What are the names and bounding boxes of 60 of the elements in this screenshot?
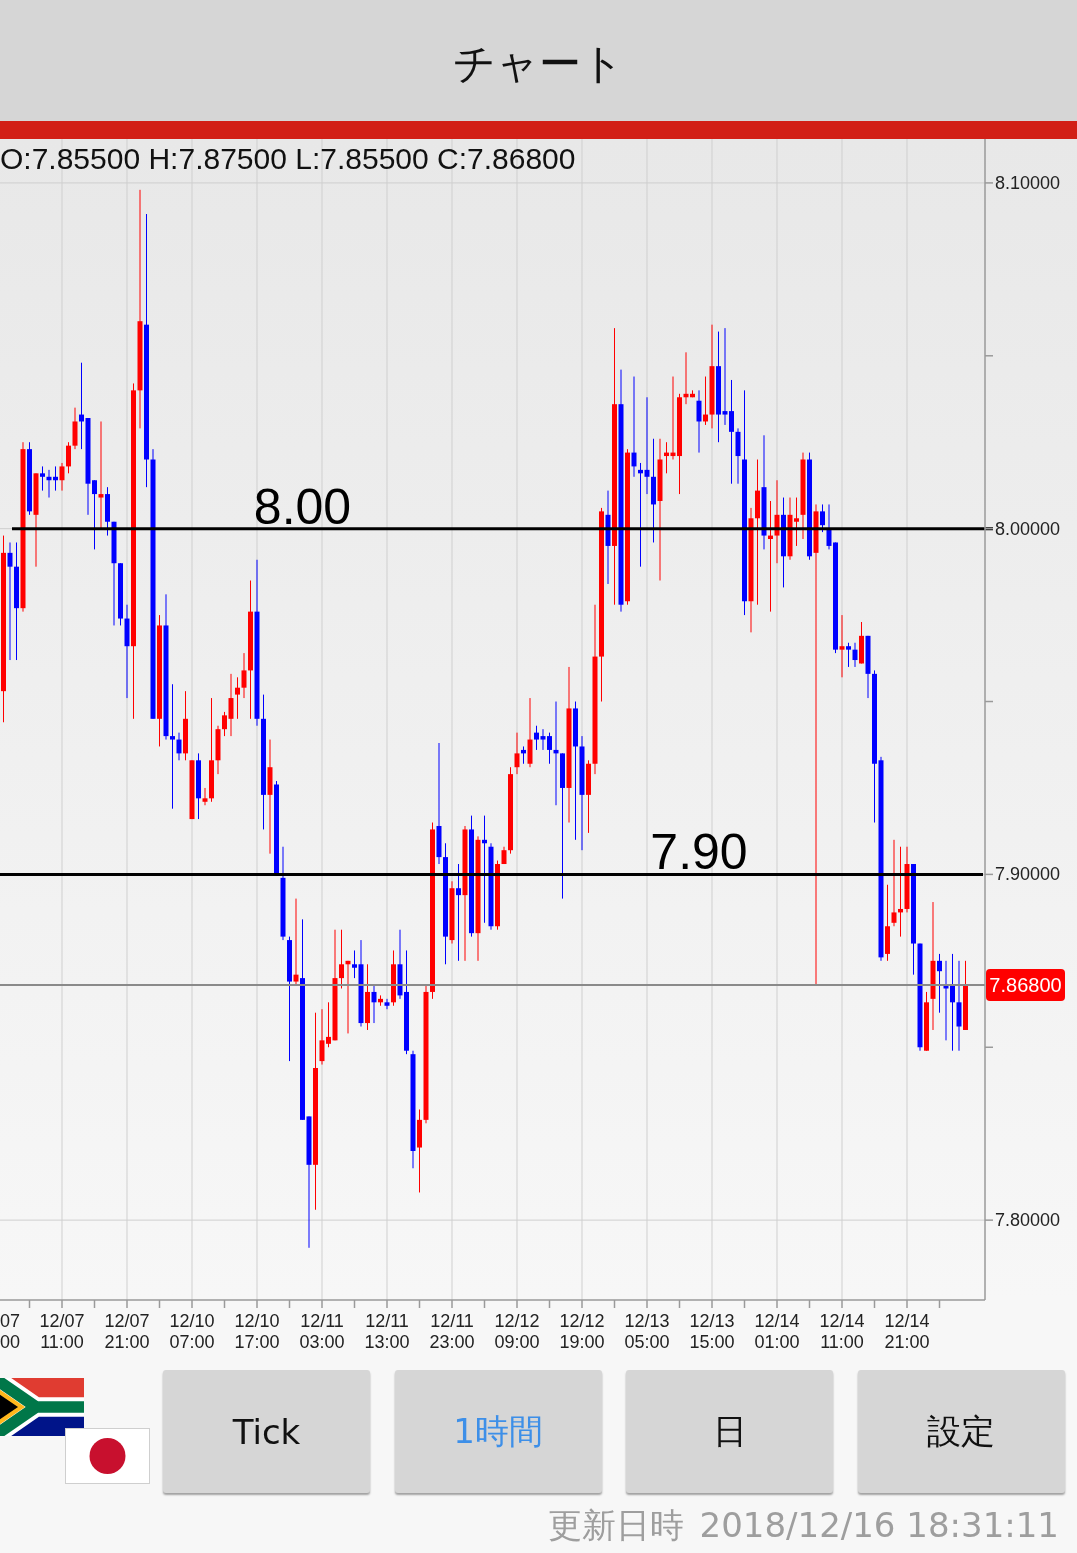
settings-button[interactable]: 設定 [857, 1370, 1065, 1493]
japan-flag-icon[interactable] [65, 1428, 150, 1484]
x-axis-label: 12/14 21:00 [884, 1311, 930, 1353]
candlestick [98, 420, 104, 530]
candlestick [7, 541, 13, 661]
price-level-label: 8.00 [253, 481, 352, 532]
candlestick [371, 984, 377, 1024]
x-axis-label: 12/11 03:00 [299, 1311, 345, 1353]
current-price-tag: 7.86800 [986, 969, 1065, 1001]
candlestick [352, 949, 357, 979]
candlestick [514, 732, 520, 775]
x-axis-label: 12/12 09:00 [494, 1311, 540, 1353]
x-axis-label: 12/13 05:00 [624, 1311, 670, 1353]
candlestick [852, 642, 858, 668]
candlestick [384, 998, 390, 1010]
x-axis-label: 12/07 21:00 [104, 1311, 150, 1353]
candlestick [202, 787, 208, 806]
candlestick [644, 396, 650, 495]
candlestick [846, 642, 851, 668]
y-axis-label: 7.90000 [995, 863, 1061, 886]
x-axis-label: 12/10 07:00 [169, 1311, 215, 1353]
y-axis-label: 8.10000 [995, 171, 1061, 194]
candlestick [339, 929, 344, 989]
candlestick [241, 652, 247, 699]
candlestick [59, 462, 65, 492]
candlestick [891, 839, 897, 927]
x-axis-label: 12/14 11:00 [819, 1311, 865, 1353]
candlestick [222, 711, 227, 737]
candlestick [631, 376, 637, 478]
candlestick [839, 614, 845, 678]
candlestick [40, 465, 45, 492]
ohlc-readout: O:7.85500 H:7.87500 L:7.85500 C:7.86800 [0, 142, 576, 176]
y-axis-label: 7.80000 [995, 1209, 1061, 1232]
timeframe-tab[interactable]: Tick [163, 1370, 370, 1493]
candlestick [66, 441, 71, 474]
candlestick [534, 725, 539, 751]
x-axis-label: 12/13 15:00 [689, 1311, 735, 1353]
candlestick [170, 683, 175, 810]
candlestick [228, 673, 234, 737]
y-axis-label: 8.00000 [995, 517, 1061, 540]
x-axis-label: 12/11 13:00 [364, 1311, 410, 1353]
candlestick [176, 732, 182, 761]
x-axis-label: 12/10 17:00 [234, 1311, 280, 1353]
candlestick [235, 676, 240, 720]
updated-timestamp: 2018/12/16 18:31:11 [699, 1505, 1059, 1545]
updated-label: 更新日時 [547, 1505, 684, 1545]
x-axis-label: 12/07 11:00 [39, 1311, 85, 1353]
x-axis-label: 12/14 01:00 [754, 1311, 800, 1353]
x-axis-label: 07 00 [0, 1311, 21, 1353]
candlestick [820, 503, 825, 533]
candlestick [456, 863, 461, 962]
timeframe-tab[interactable]: 日 [626, 1370, 833, 1493]
x-axis-label: 12/12 19:00 [559, 1311, 605, 1353]
candlestick [813, 503, 819, 986]
screen-title: チャート [453, 37, 624, 90]
x-axis-label: 12/11 23:00 [429, 1311, 475, 1353]
candlestick [293, 898, 299, 986]
candlestick [937, 953, 942, 1014]
price-level-label: 7.90 [650, 827, 748, 878]
candlestick [696, 389, 702, 454]
